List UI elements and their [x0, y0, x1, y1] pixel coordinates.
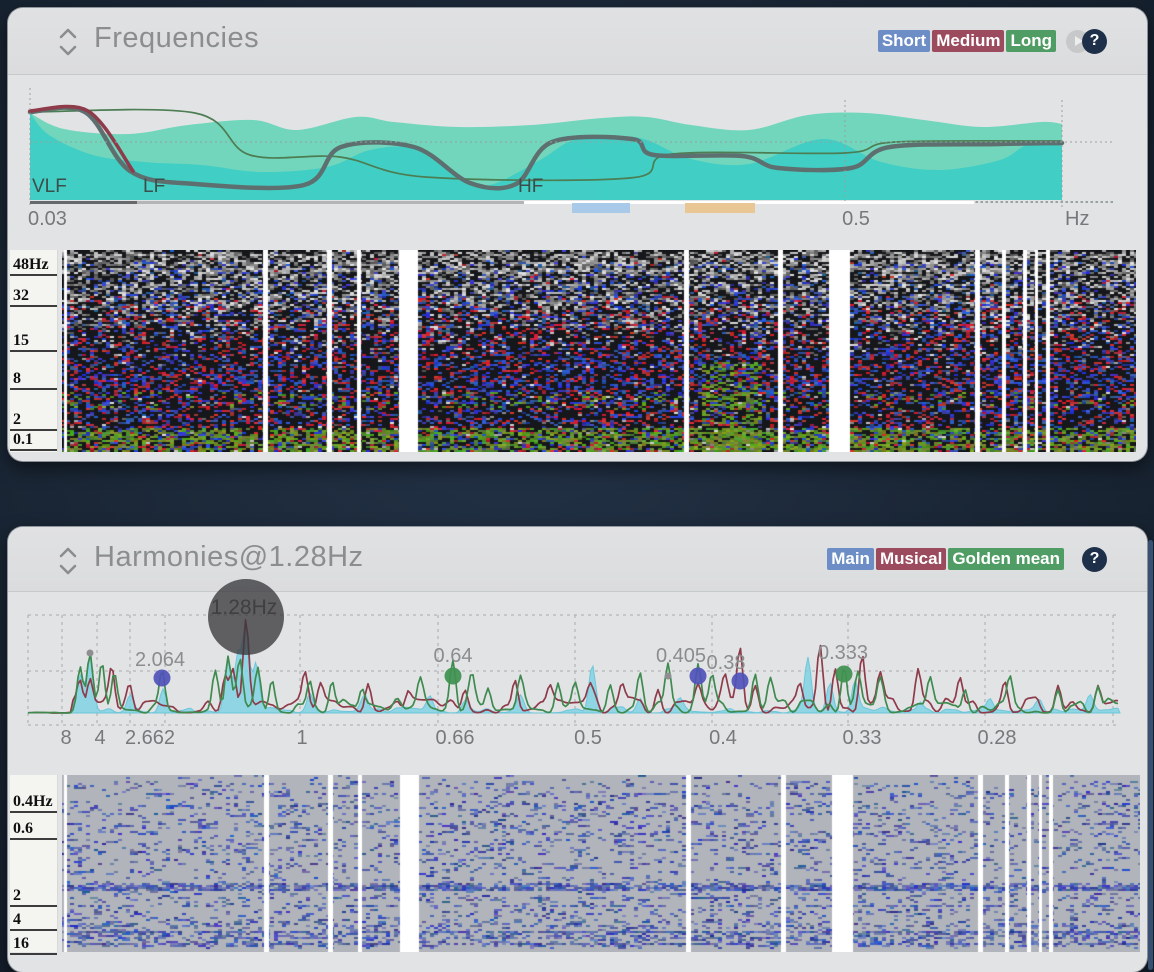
time-track-segment: [137, 201, 524, 204]
marker-circle: [732, 673, 749, 690]
harmonies-title: Harmonies@1.28Hz: [94, 541, 364, 574]
x-tick-label: 0.28: [978, 727, 1017, 749]
frequencies-chart[interactable]: VLF LF HF 0.03 0.5 Hz: [10, 75, 1140, 243]
scale-label: 2: [10, 411, 57, 431]
scale-label: 0.1: [10, 431, 57, 451]
x-tick-label: 1: [296, 727, 307, 749]
legend-chip-musical[interactable]: Musical: [876, 548, 946, 571]
legend-chip-short[interactable]: Short: [878, 30, 930, 53]
scale-label: 8: [10, 370, 57, 390]
band-label: VLF: [32, 176, 67, 197]
legend-chip-main[interactable]: Main: [827, 548, 874, 571]
frequencies-title: Frequencies: [94, 22, 259, 55]
frequencies-scale-strip: 48Hz 32 15 8 20.1: [10, 250, 57, 452]
up-down-chevron-icon: [55, 26, 81, 58]
legend-chip-long[interactable]: Long: [1006, 30, 1056, 53]
harmonies-scale-strip: 0.4Hz 0.6 2 4 16: [10, 775, 57, 952]
harmonies-panel: Harmonies@1.28Hz Main Musical Golden mea…: [8, 527, 1147, 972]
marker-label: 2.064: [135, 649, 185, 671]
harmonic-marker[interactable]: 2.064: [135, 649, 185, 687]
x-tick-label: 0.5: [574, 727, 602, 749]
frequencies-panel: Frequencies Short Medium Long ? VLF LF HF 0…: [8, 8, 1147, 461]
scrollbar-thumb[interactable]: [1148, 540, 1153, 970]
band-label: LF: [143, 176, 165, 197]
x-tick-label: 0.66: [436, 727, 475, 749]
up-down-chevron-icon: [55, 545, 81, 577]
legend-chip-medium[interactable]: Medium: [932, 30, 1004, 53]
musical-line: [28, 620, 1118, 713]
legend-chip-golden-mean[interactable]: Golden mean: [948, 548, 1064, 571]
marker-circle: [690, 668, 707, 685]
scale-label: 0.4Hz: [10, 793, 57, 813]
help-button-harmonies[interactable]: ?: [1082, 547, 1107, 572]
time-track-segment: [30, 201, 137, 204]
x-axis-label-unit: Hz: [1065, 208, 1089, 230]
collapse-toggle-harmonies[interactable]: [55, 545, 81, 577]
marker-circle: [154, 670, 171, 687]
time-track-bar: [685, 203, 755, 213]
x-tick-label: 8: [60, 727, 71, 749]
scale-label: 48Hz: [10, 256, 57, 276]
x-axis-label-left: 0.03: [28, 208, 67, 230]
harmonic-marker[interactable]: 0.64: [434, 645, 473, 685]
collapse-toggle-frequencies[interactable]: [55, 26, 81, 58]
frequencies-spectrogram[interactable]: [62, 250, 1136, 452]
harmonies-header: Harmonies@1.28Hz Main Musical Golden mea…: [8, 527, 1147, 592]
marker-label: 0.38: [707, 652, 746, 674]
x-tick-label: 0.4: [709, 727, 737, 749]
marker-label: 0.405: [656, 645, 706, 667]
x-tick-label: 4: [94, 727, 105, 749]
scale-label: 2: [10, 887, 57, 907]
selected-frequency-marker[interactable]: 1.28Hz: [208, 579, 284, 655]
frequencies-header: Frequencies Short Medium Long ?: [8, 8, 1147, 75]
time-track-bar: [572, 203, 630, 213]
harmonies-chart[interactable]: 2.064 0.64 0.4050.38 0.333 1.28Hz 8 4 2.662 1 0.6…: [10, 595, 1140, 765]
spectrum-area: [28, 620, 1120, 713]
x-axis-label-mid: 0.5: [842, 208, 870, 230]
scale-label: 32: [10, 287, 57, 307]
scale-label: 4: [10, 911, 57, 931]
harmonies-legend: Main Musical Golden mean ?: [825, 527, 1107, 591]
harmonies-spectrogram[interactable]: [62, 775, 1140, 952]
scale-label: 15: [10, 332, 57, 352]
harmonic-marker[interactable]: 0.405: [656, 645, 707, 685]
x-tick-label: 0.33: [843, 727, 882, 749]
selected-frequency-label: 1.28Hz: [211, 596, 278, 619]
peak-dot: [665, 673, 672, 680]
marker-label: 0.64: [434, 645, 473, 667]
x-tick-label: 2.662: [125, 727, 175, 749]
band-label: HF: [518, 176, 543, 197]
harmonic-marker[interactable]: 0.333: [818, 642, 868, 683]
peak-dot: [87, 650, 94, 657]
app-background: Frequencies Short Medium Long ? VLF LF HF 0…: [0, 0, 1154, 960]
scale-label: 16: [10, 935, 57, 955]
help-button-frequencies[interactable]: ?: [1082, 29, 1107, 54]
marker-circle: [445, 668, 462, 685]
scale-label: 0.6: [10, 820, 57, 840]
marker-label: 0.333: [818, 642, 868, 664]
frequencies-legend: Short Medium Long ?: [876, 8, 1107, 74]
marker-circle: [836, 666, 853, 683]
golden-line: [28, 654, 1118, 713]
